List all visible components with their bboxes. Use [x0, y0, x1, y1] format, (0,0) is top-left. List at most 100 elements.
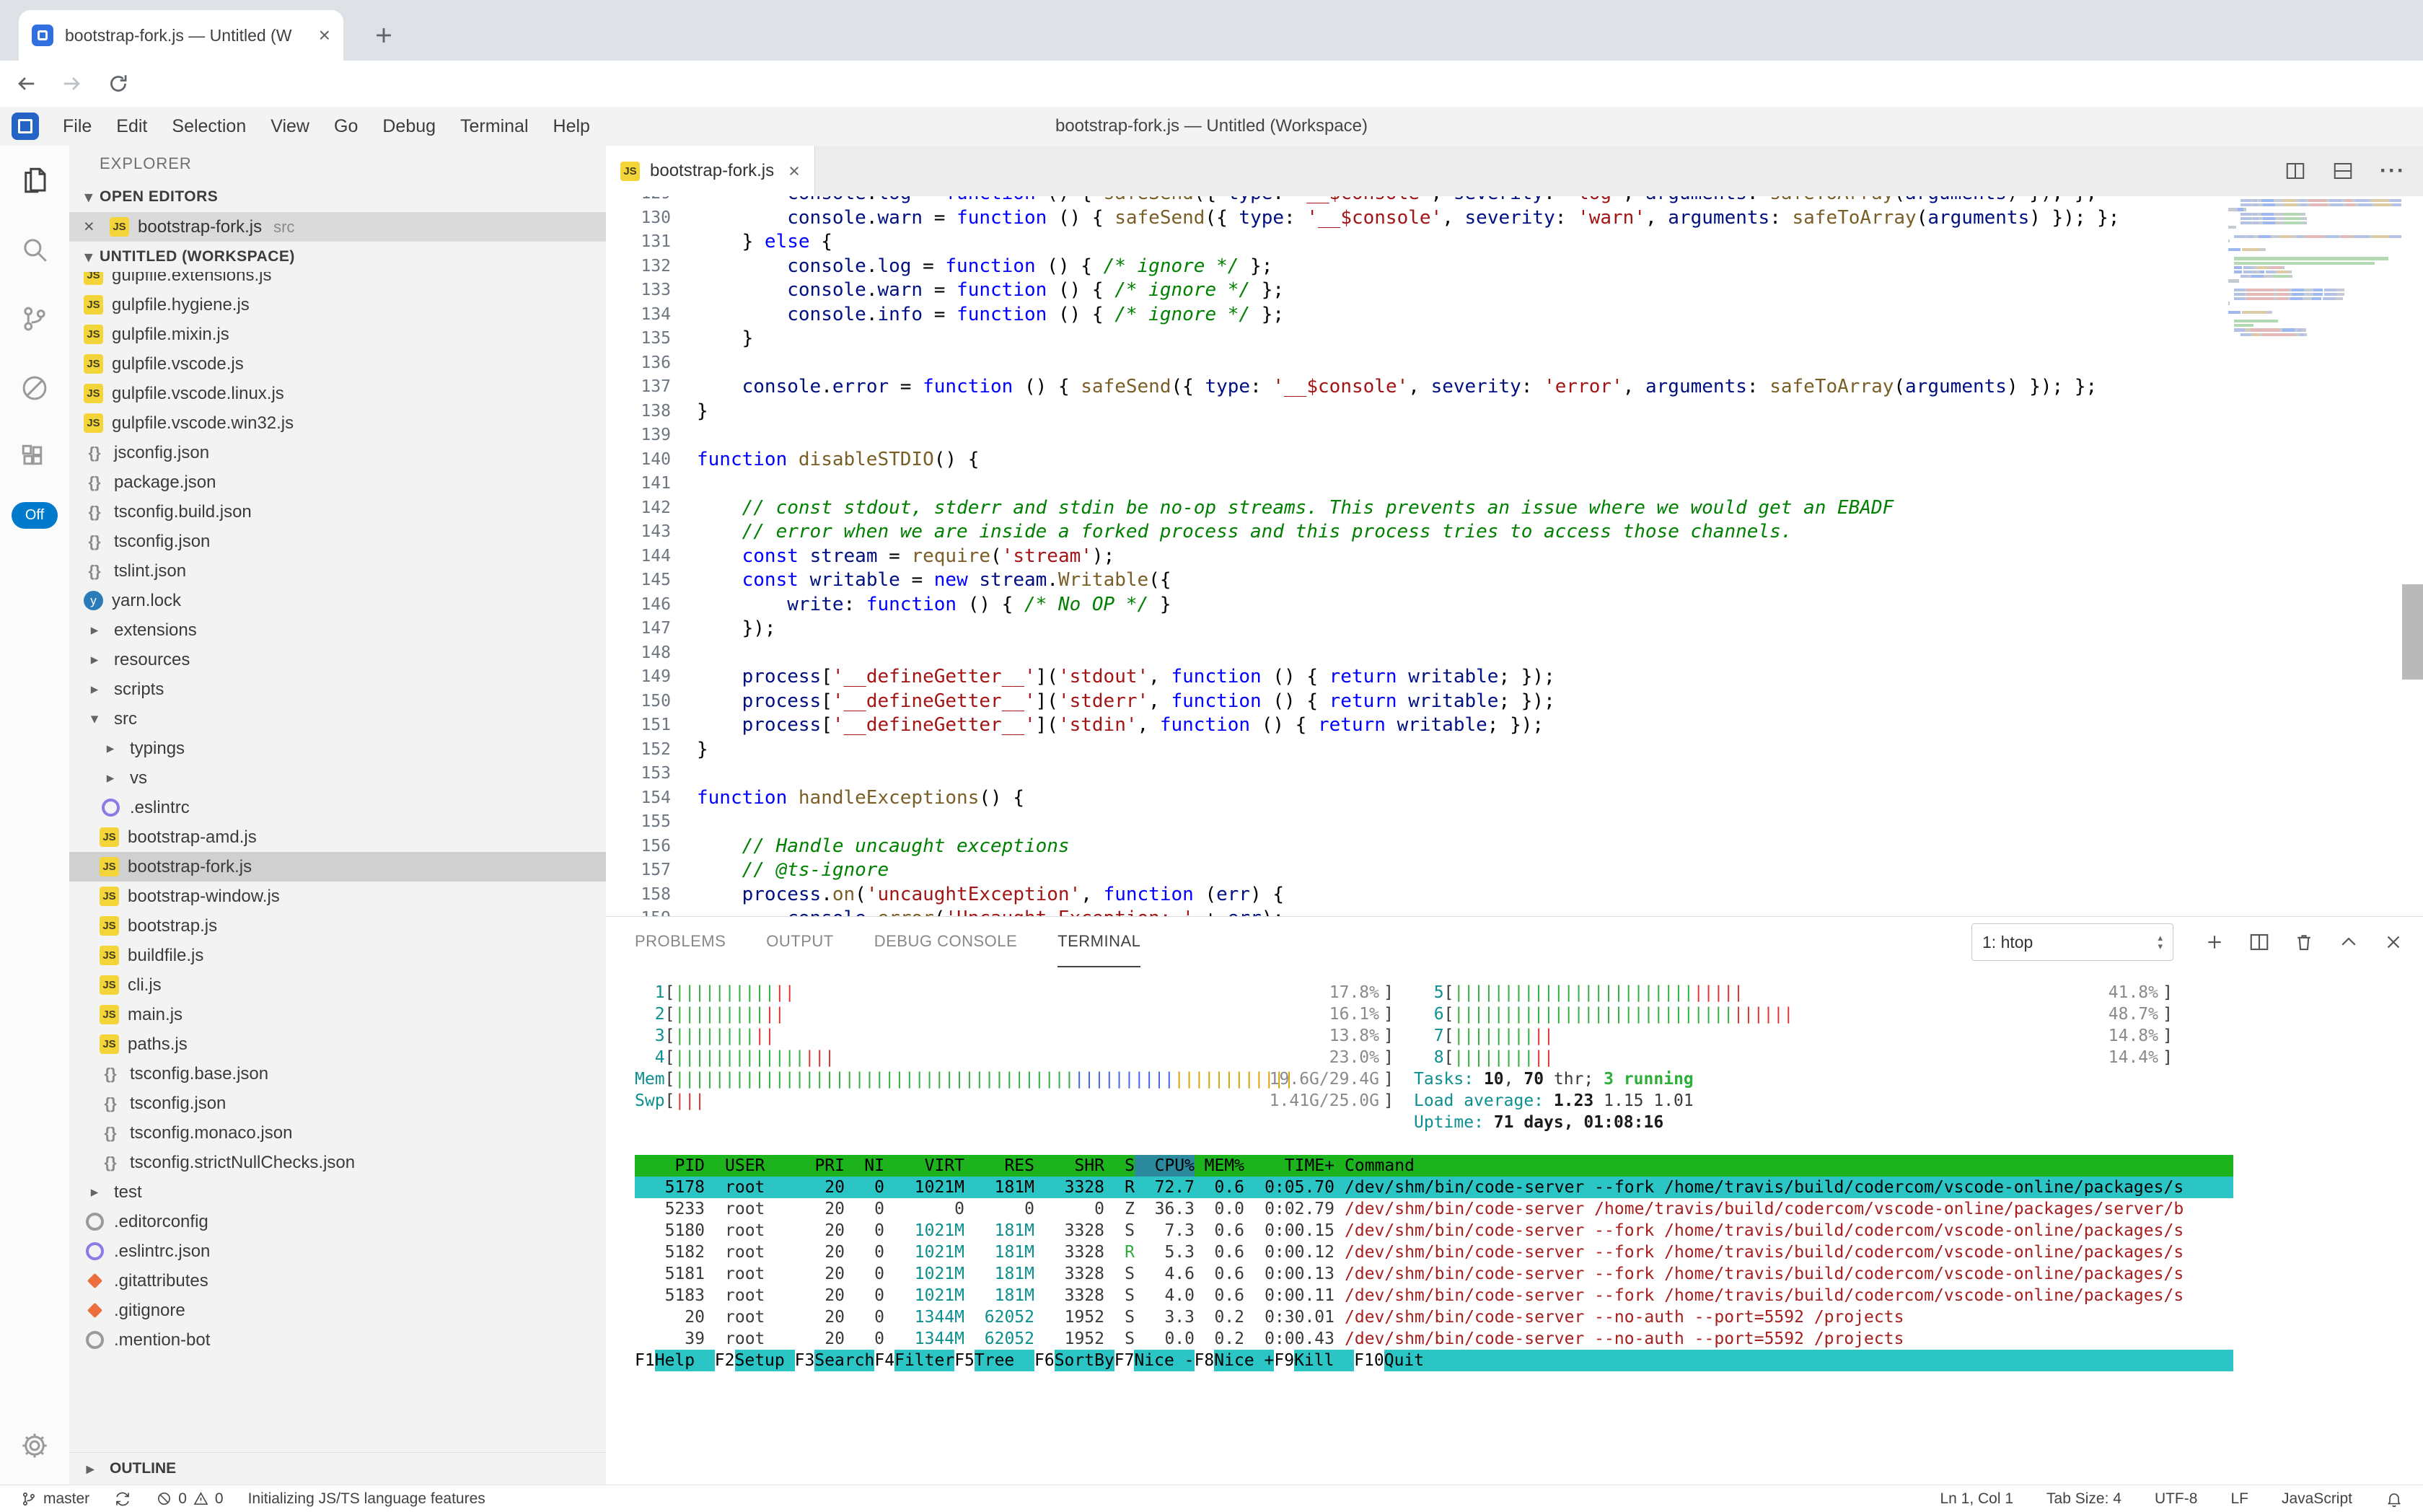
column-header-shr[interactable]: SHR: [1034, 1155, 1104, 1177]
new-terminal-icon[interactable]: [2204, 931, 2225, 953]
menu-file[interactable]: File: [50, 107, 104, 146]
column-header-virt[interactable]: VIRT: [884, 1155, 964, 1177]
tree-item[interactable]: .eslintrc: [69, 793, 606, 822]
panel-tab-output[interactable]: OUTPUT: [766, 917, 833, 967]
tree-folder-test[interactable]: ▸test: [69, 1177, 606, 1207]
code-line[interactable]: 150 process['__defineGetter__']('stderr'…: [606, 690, 2228, 714]
activity-explorer[interactable]: [0, 146, 69, 215]
tree-item[interactable]: {}tsconfig.build.json: [69, 497, 606, 527]
fkey-f1[interactable]: F1: [635, 1350, 655, 1371]
split-editor-icon[interactable]: [2285, 160, 2306, 182]
code-line[interactable]: 129 console.log = function () { safeSend…: [606, 196, 2228, 206]
tree-item[interactable]: {}tsconfig.base.json: [69, 1059, 606, 1089]
code-scroll-area[interactable]: 129 console.log = function () { safeSend…: [606, 196, 2228, 916]
tree-folder-src[interactable]: ▾src: [69, 704, 606, 734]
column-header-time[interactable]: TIME+: [1244, 1155, 1334, 1177]
browser-tab[interactable]: bootstrap-fork.js — Untitled (W ×: [19, 10, 343, 61]
column-header-pid[interactable]: PID: [635, 1155, 705, 1177]
menu-edit[interactable]: Edit: [104, 107, 159, 146]
column-header-ni[interactable]: NI: [845, 1155, 884, 1177]
tree-item[interactable]: .eslintrc.json: [69, 1236, 606, 1266]
code-line[interactable]: 156 // Handle uncaught exceptions: [606, 835, 2228, 859]
bell-icon[interactable]: [2385, 1490, 2403, 1508]
status-item-lf[interactable]: LF: [2230, 1490, 2248, 1508]
sync-off-badge[interactable]: Off: [12, 502, 58, 529]
tree-item[interactable]: JSgulpfile.hygiene.js: [69, 290, 606, 320]
activity-extensions[interactable]: [0, 423, 69, 492]
tab-close-icon[interactable]: ×: [319, 25, 330, 45]
column-header-user[interactable]: USER: [705, 1155, 795, 1177]
split-terminal-icon[interactable]: [2248, 931, 2270, 953]
fkey-f4[interactable]: F4: [874, 1350, 894, 1371]
kill-terminal-icon[interactable]: [2293, 931, 2315, 953]
code-line[interactable]: 138}: [606, 400, 2228, 424]
process-row[interactable]: 5183root2001021M181M3328S4.00.60:00.11/d…: [635, 1285, 2233, 1306]
menu-help[interactable]: Help: [541, 107, 602, 146]
tree-item[interactable]: {}package.json: [69, 467, 606, 497]
code-line[interactable]: 135 }: [606, 327, 2228, 351]
close-icon[interactable]: ×: [84, 216, 110, 237]
fkey-f8[interactable]: F8: [1195, 1350, 1215, 1371]
tree-item[interactable]: JSbootstrap-fork.js: [69, 852, 606, 882]
activity-debug[interactable]: [0, 353, 69, 423]
code-line[interactable]: 159 console.error('Uncaught Exception: '…: [606, 907, 2228, 916]
code-line[interactable]: 146 write: function () { /* No OP */ }: [606, 593, 2228, 617]
code-line[interactable]: 132 console.log = function () { /* ignor…: [606, 255, 2228, 279]
tree-item[interactable]: .editorconfig: [69, 1207, 606, 1236]
tree-item[interactable]: yyarn.lock: [69, 586, 606, 615]
tree-item[interactable]: JSgulpfile.vscode.js: [69, 349, 606, 379]
fkey-f6[interactable]: F6: [1034, 1350, 1055, 1371]
column-header-s[interactable]: S: [1104, 1155, 1135, 1177]
tree-item[interactable]: JSpaths.js: [69, 1029, 606, 1059]
tree-item[interactable]: JSbootstrap.js: [69, 911, 606, 941]
code-line[interactable]: 144 const stream = require('stream');: [606, 545, 2228, 569]
open-editor-item[interactable]: × JS bootstrap-fork.js src: [69, 212, 606, 242]
more-actions-icon[interactable]: ···: [2380, 159, 2406, 183]
branch-indicator[interactable]: master: [20, 1490, 89, 1508]
code-line[interactable]: 152}: [606, 738, 2228, 762]
tree-item[interactable]: .gitattributes: [69, 1266, 606, 1296]
maximize-panel-icon[interactable]: [2338, 931, 2360, 953]
process-row[interactable]: 39root2001344M620521952S0.00.20:00.43/de…: [635, 1328, 2233, 1350]
tree-item[interactable]: JSgulpfile.mixin.js: [69, 320, 606, 349]
status-item-utf-8[interactable]: UTF-8: [2155, 1490, 2198, 1508]
workspace-header[interactable]: ▾ UNTITLED (WORKSPACE): [69, 242, 606, 272]
code-line[interactable]: 145 const writable = new stream.Writable…: [606, 568, 2228, 593]
column-header-cpu[interactable]: CPU%: [1135, 1155, 1195, 1177]
problems-indicator[interactable]: 0 0: [156, 1490, 223, 1508]
tree-item[interactable]: JSmain.js: [69, 1000, 606, 1029]
code-line[interactable]: 143 // error when we are inside a forked…: [606, 520, 2228, 545]
column-header-pri[interactable]: PRI: [795, 1155, 845, 1177]
tree-folder-scripts[interactable]: ▸scripts: [69, 674, 606, 704]
code-line[interactable]: 149 process['__defineGetter__']('stdout'…: [606, 665, 2228, 690]
status-item-javascript[interactable]: JavaScript: [2282, 1490, 2352, 1508]
editor-tab-bootstrap-fork[interactable]: JS bootstrap-fork.js ×: [606, 146, 815, 196]
menu-terminal[interactable]: Terminal: [448, 107, 540, 146]
new-tab-button[interactable]: [364, 16, 403, 55]
process-row[interactable]: 5233root200000Z36.30.00:02.79/dev/shm/bi…: [635, 1198, 2233, 1220]
forward-button[interactable]: [52, 63, 92, 104]
activity-source-control[interactable]: [0, 284, 69, 353]
reload-button[interactable]: [98, 63, 138, 104]
tree-item[interactable]: {}tsconfig.json: [69, 1089, 606, 1118]
status-item-tab-size-4[interactable]: Tab Size: 4: [2046, 1490, 2121, 1508]
panel-tab-debug-console[interactable]: DEBUG CONSOLE: [874, 917, 1017, 967]
code-line[interactable]: 154function handleExceptions() {: [606, 786, 2228, 811]
terminal-select[interactable]: 1: htop ▴▾: [1971, 923, 2173, 961]
fkey-f7[interactable]: F7: [1114, 1350, 1135, 1371]
status-item-ln-1-col-1[interactable]: Ln 1, Col 1: [1940, 1490, 2013, 1508]
column-header-cmd[interactable]: Command: [1334, 1155, 2233, 1177]
editor-layout-icon[interactable]: [2332, 160, 2354, 182]
tree-item[interactable]: JSgulpfile.vscode.win32.js: [69, 408, 606, 438]
code-line[interactable]: 148: [606, 641, 2228, 666]
code-line[interactable]: 151 process['__defineGetter__']('stdin',…: [606, 713, 2228, 738]
process-row[interactable]: 5181root2001021M181M3328S4.60.60:00.13/d…: [635, 1263, 2233, 1285]
sync-button[interactable]: [114, 1490, 131, 1508]
open-editors-header[interactable]: ▾ OPEN EDITORS: [69, 182, 606, 212]
code-line[interactable]: 142 // const stdout, stderr and stdin be…: [606, 496, 2228, 521]
close-panel-icon[interactable]: [2383, 931, 2404, 953]
app-logo[interactable]: [12, 113, 39, 140]
menu-go[interactable]: Go: [322, 107, 370, 146]
tree-item[interactable]: {}tsconfig.json: [69, 527, 606, 556]
process-row[interactable]: 5180root2001021M181M3328S7.30.60:00.15/d…: [635, 1220, 2233, 1241]
